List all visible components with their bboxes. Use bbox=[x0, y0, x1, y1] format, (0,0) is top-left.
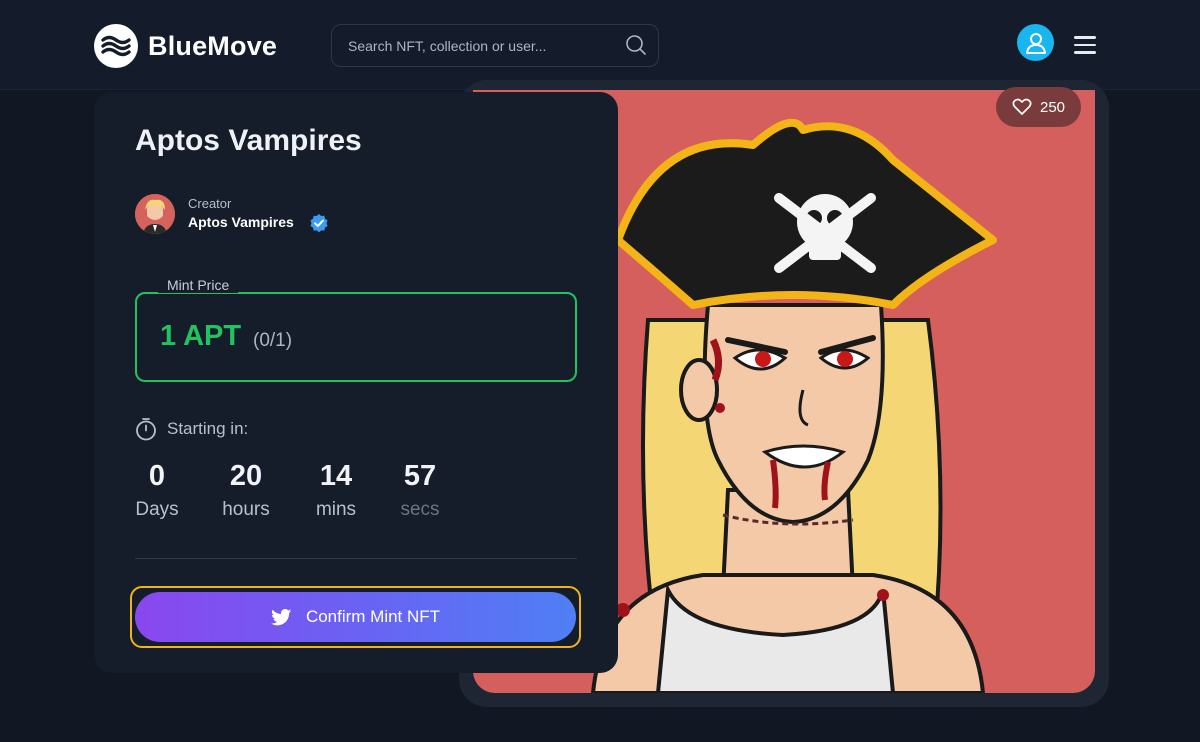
brand-name: BlueMove bbox=[148, 30, 278, 61]
countdown-days-unit: Days bbox=[135, 499, 179, 520]
brand-logo[interactable]: BlueMove bbox=[94, 24, 277, 68]
countdown-mins-value: 14 bbox=[319, 460, 353, 492]
countdown-days: 0 Days bbox=[122, 460, 192, 521]
top-navigation-bar: BlueMove bbox=[0, 0, 1200, 90]
countdown-secs-unit: secs bbox=[400, 499, 440, 520]
confirm-mint-button[interactable]: Confirm Mint NFT bbox=[135, 592, 576, 642]
search-icon[interactable] bbox=[625, 34, 647, 61]
confirm-mint-label: Confirm Mint NFT bbox=[305, 607, 441, 626]
like-count: 250 bbox=[1039, 98, 1066, 116]
countdown-days-value: 0 bbox=[148, 460, 166, 492]
countdown-mins-unit: mins bbox=[315, 499, 357, 520]
creator-name[interactable]: Aptos Vampires bbox=[188, 214, 294, 230]
user-icon[interactable] bbox=[1017, 24, 1054, 61]
stopwatch-icon bbox=[135, 417, 157, 446]
countdown-secs-value: 57 bbox=[403, 460, 437, 492]
countdown-hours-unit: hours bbox=[222, 499, 270, 520]
hamburger-menu-icon[interactable] bbox=[1074, 36, 1096, 54]
countdown-secs: 57 secs bbox=[385, 460, 455, 521]
countdown-hours: 20 hours bbox=[211, 460, 281, 521]
like-button[interactable]: 250 bbox=[996, 87, 1081, 127]
creator-avatar[interactable] bbox=[135, 194, 175, 234]
collection-title: Aptos Vampires bbox=[135, 124, 362, 157]
verified-badge-icon bbox=[309, 213, 329, 238]
countdown-mins: 14 mins bbox=[301, 460, 371, 521]
countdown-hours-value: 20 bbox=[229, 460, 263, 492]
countdown-label: Starting in: bbox=[167, 419, 249, 438]
creator-label: Creator bbox=[188, 196, 232, 211]
card-divider bbox=[135, 558, 577, 559]
mint-supply-count: (0/1) bbox=[253, 330, 293, 351]
twitter-icon bbox=[271, 608, 292, 625]
mint-price-label: Mint Price bbox=[158, 277, 239, 293]
mint-price-value: 1 APT bbox=[160, 320, 242, 352]
search-input[interactable] bbox=[331, 24, 659, 67]
heart-icon bbox=[1012, 98, 1032, 115]
bluemove-logo-icon bbox=[94, 24, 138, 68]
